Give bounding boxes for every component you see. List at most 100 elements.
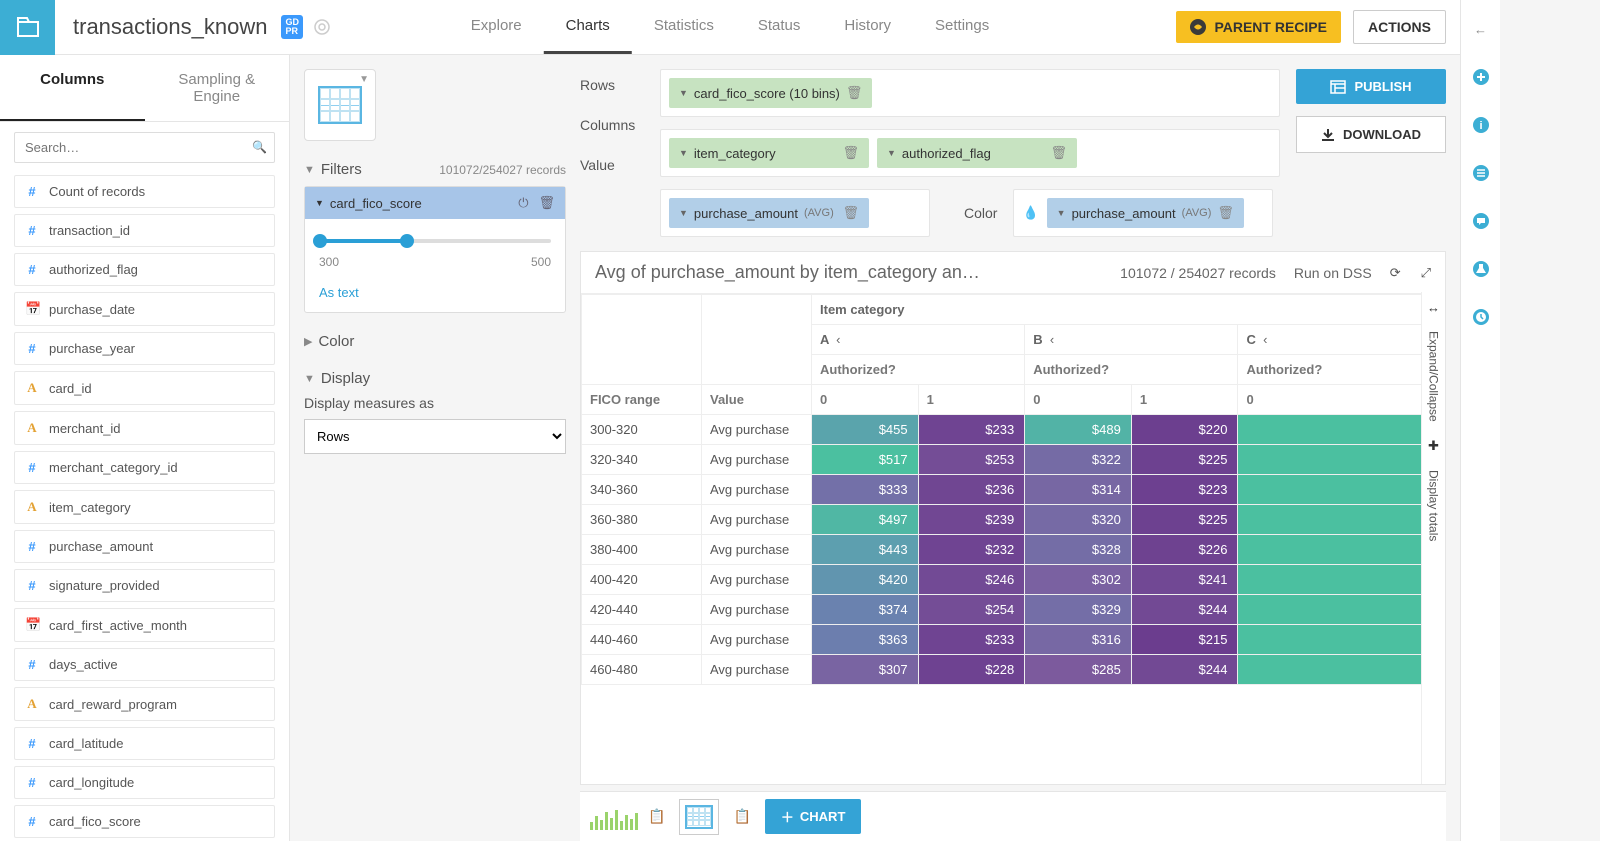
expand-collapse-label[interactable]: Expand/Collapse [1427, 331, 1441, 422]
color-dropzone[interactable]: 💧 ▼ purchase_amount (AVG) 🗑 [1013, 189, 1273, 237]
trash-icon[interactable]: 🗑 [538, 195, 555, 211]
column-item[interactable]: 📅card_first_active_month [14, 608, 275, 642]
data-cell: $329 [1025, 595, 1132, 625]
expand-collapse-toggle-icon[interactable]: ↔ [1427, 300, 1440, 315]
tab-settings[interactable]: Settings [913, 0, 1011, 54]
data-cell: $241 [1131, 565, 1238, 595]
trash-icon[interactable]: 🗑 [1050, 145, 1067, 161]
column-item[interactable]: #purchase_year [14, 332, 275, 365]
copy-icon[interactable]: 📋 [648, 808, 665, 825]
sidebar-tab-sampling[interactable]: Sampling & Engine [145, 55, 290, 121]
plus-icon[interactable]: ✚ [1428, 438, 1439, 454]
tab-statistics[interactable]: Statistics [632, 0, 736, 54]
tab-charts[interactable]: Charts [544, 0, 632, 54]
slider-handle-max[interactable] [400, 234, 414, 248]
column-search-input[interactable] [14, 132, 275, 163]
trash-icon[interactable]: 🗑 [842, 205, 859, 221]
display-measures-select[interactable]: Rows [304, 419, 566, 454]
column-item[interactable]: Aitem_category [14, 490, 275, 524]
column-item[interactable]: Acard_reward_program [14, 687, 275, 721]
lab-icon[interactable] [1472, 260, 1490, 278]
column-item[interactable]: #days_active [14, 648, 275, 681]
run-engine-selector[interactable]: Run on DSS [1294, 265, 1372, 281]
data-cell: $420 [812, 565, 919, 595]
column-item[interactable]: #card_fico_score [14, 805, 275, 838]
fullscreen-icon[interactable]: ⤢ [1421, 265, 1431, 281]
display-section-header[interactable]: ▼ Display [304, 370, 566, 387]
data-cell: $244 [1131, 595, 1238, 625]
column-item[interactable]: #card_latitude [14, 727, 275, 760]
trash-icon[interactable]: 🗑 [842, 145, 859, 161]
columns-dropzone[interactable]: ▼ item_category 🗑 ▼ authorized_flag 🗑 [660, 129, 1280, 177]
chart-thumb-bars[interactable] [594, 799, 634, 835]
type-date-icon: 📅 [25, 617, 39, 633]
slider-handle-min[interactable] [313, 234, 327, 248]
measure-label-cell: Avg purchase [702, 655, 812, 685]
chart-type-selector[interactable]: ▼ [304, 69, 376, 141]
rows-dropzone[interactable]: ▼ card_fico_score (10 bins) 🗑 [660, 69, 1280, 117]
chart-thumb-table[interactable] [679, 799, 719, 835]
tab-history[interactable]: History [822, 0, 913, 54]
add-chart-button[interactable]: ＋ CHART [765, 799, 862, 834]
download-button[interactable]: DOWNLOAD [1296, 116, 1446, 153]
color-section-header[interactable]: ▶ Color [304, 333, 566, 350]
data-cell: $328 [1025, 535, 1132, 565]
parent-recipe-button[interactable]: PARENT RECIPE [1176, 11, 1341, 43]
column-item[interactable]: #signature_provided [14, 569, 275, 602]
filters-section-header[interactable]: ▼ Filters 101072/254027 records [304, 161, 566, 178]
clock-icon[interactable] [1472, 308, 1490, 326]
column-item[interactable]: #card_longitude [14, 766, 275, 799]
column-item[interactable]: #purchase_amount [14, 530, 275, 563]
data-cell: $333 [812, 475, 919, 505]
value-dropzone[interactable]: ▼ purchase_amount (AVG) 🗑 [660, 189, 930, 237]
pill-value-purchase[interactable]: ▼ purchase_amount (AVG) 🗑 [669, 198, 869, 228]
pill-rows-fico[interactable]: ▼ card_fico_score (10 bins) 🗑 [669, 78, 872, 108]
display-totals-label[interactable]: Display totals [1427, 470, 1441, 541]
publish-button[interactable]: PUBLISH [1296, 69, 1446, 104]
range-slider[interactable]: 300 500 [305, 219, 565, 275]
trash-icon[interactable]: 🗑 [846, 85, 863, 101]
pill-color-purchase[interactable]: ▼ purchase_amount (AVG) 🗑 [1047, 198, 1244, 228]
column-item[interactable]: Acard_id [14, 371, 275, 405]
type-date-icon: 📅 [25, 301, 39, 317]
column-item[interactable]: #merchant_category_id [14, 451, 275, 484]
drop-icon: 💧 [1022, 205, 1038, 221]
column-item[interactable]: #Count of records [14, 175, 275, 208]
filter-as-text-link[interactable]: As text [305, 275, 565, 300]
sidebar-tab-columns[interactable]: Columns [0, 55, 145, 121]
list-icon[interactable] [1472, 164, 1490, 182]
back-arrow-icon[interactable]: ← [1472, 20, 1490, 38]
column-item[interactable]: #transaction_id [14, 214, 275, 247]
type-num-icon: # [25, 539, 39, 554]
refresh-icon[interactable]: ⟳ [1390, 265, 1401, 281]
tab-explore[interactable]: Explore [449, 0, 544, 54]
filter-header[interactable]: ▼ card_fico_score ⏻ 🗑 [305, 187, 565, 219]
data-cell: $225 [1131, 445, 1238, 475]
data-cell: $363 [812, 625, 919, 655]
type-text-icon: A [25, 696, 39, 712]
data-cell: $253 [918, 445, 1025, 475]
measure-label-cell: Avg purchase [702, 595, 812, 625]
display-measures-label: Display measures as [304, 395, 566, 411]
target-icon[interactable] [313, 18, 331, 36]
data-cell: $232 [918, 535, 1025, 565]
column-name: card_id [49, 381, 92, 396]
column-name: days_active [49, 657, 118, 672]
column-item[interactable]: #authorized_flag [14, 253, 275, 286]
info-icon[interactable]: i [1472, 116, 1490, 134]
comment-icon[interactable] [1472, 212, 1490, 230]
dataset-icon[interactable] [0, 0, 55, 55]
measure-label-cell: Avg purchase [702, 415, 812, 445]
actions-button[interactable]: ACTIONS [1353, 10, 1446, 44]
add-circle-icon[interactable] [1472, 68, 1490, 86]
filter-card: ▼ card_fico_score ⏻ 🗑 [304, 186, 566, 313]
pill-col-itemcat[interactable]: ▼ item_category 🗑 [669, 138, 869, 168]
tab-status[interactable]: Status [736, 0, 823, 54]
power-icon[interactable]: ⏻ [518, 195, 528, 211]
copy-icon[interactable]: 📋 [733, 808, 750, 825]
slider-min-label: 300 [319, 255, 339, 269]
pill-col-authflag[interactable]: ▼ authorized_flag 🗑 [877, 138, 1077, 168]
column-item[interactable]: 📅purchase_date [14, 292, 275, 326]
trash-icon[interactable]: 🗑 [1217, 205, 1234, 221]
column-item[interactable]: Amerchant_id [14, 411, 275, 445]
